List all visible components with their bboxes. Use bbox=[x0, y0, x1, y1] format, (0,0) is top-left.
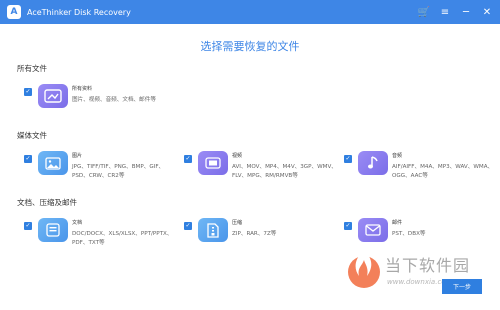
menu-icon[interactable]: ≡ bbox=[436, 3, 454, 21]
item-documents[interactable]: ✓ 文档 DOC/DOCX、XLS/XLSX、PPT/PPTX、PDF、TXT等 bbox=[24, 218, 174, 258]
item-name: 压缩 bbox=[232, 220, 243, 226]
app-title: AceThinker Disk Recovery bbox=[27, 7, 131, 17]
section-title-all: 所有文件 bbox=[17, 64, 47, 73]
item-desc: DOC/DOCX、XLS/XLSX、PPT/PPTX、PDF、TXT等 bbox=[72, 231, 173, 246]
close-button[interactable]: ✕ bbox=[478, 3, 496, 21]
checkbox[interactable]: ✓ bbox=[184, 155, 192, 163]
music-note-icon bbox=[358, 151, 388, 175]
video-icon bbox=[198, 151, 228, 175]
item-desc: AIF/AIFF、M4A、MP3、WAV、WMA、OGG、AAC等 bbox=[392, 164, 494, 179]
document-icon bbox=[38, 218, 68, 242]
section-title-media: 媒体文件 bbox=[17, 131, 47, 140]
cart-icon[interactable]: 🛒 bbox=[415, 3, 433, 21]
checkbox[interactable]: ✓ bbox=[24, 155, 32, 163]
item-desc: 图片、视频、音频、文档、邮件等 bbox=[72, 97, 156, 103]
item-video[interactable]: ✓ 视频 AVI、MOV、MP4、M4V、3GP、WMV、FLV、MPG、RM/… bbox=[184, 151, 344, 191]
item-archives[interactable]: ✓ 压缩 ZIP、RAR、7Z等 bbox=[184, 218, 344, 258]
checkbox[interactable]: ✓ bbox=[24, 222, 32, 230]
checkbox[interactable]: ✓ bbox=[344, 222, 352, 230]
item-name: 所有资料 bbox=[72, 86, 93, 92]
title-bar: A AceThinker Disk Recovery 🛒 ≡ ─ ✕ bbox=[0, 0, 500, 24]
item-name: 音频 bbox=[392, 153, 403, 159]
section-title-docs: 文档、压缩及邮件 bbox=[17, 198, 77, 207]
mail-icon bbox=[358, 218, 388, 242]
item-name: 视频 bbox=[232, 153, 243, 159]
archive-icon bbox=[198, 218, 228, 242]
item-desc: JPG、TIFF/TIF、PNG、BMP、GIF、PSD、CRW、CR2等 bbox=[72, 164, 165, 179]
checkbox[interactable]: ✓ bbox=[24, 88, 32, 96]
item-name: 文档 bbox=[72, 220, 83, 226]
item-audio[interactable]: ✓ 音频 AIF/AIFF、M4A、MP3、WAV、WMA、OGG、AAC等 bbox=[344, 151, 494, 191]
all-data-icon bbox=[38, 84, 68, 108]
app-logo-icon: A bbox=[7, 5, 21, 19]
checkbox[interactable]: ✓ bbox=[184, 222, 192, 230]
next-button[interactable]: 下一步 bbox=[442, 279, 482, 294]
window-controls: 🛒 ≡ ─ ✕ bbox=[412, 0, 496, 24]
item-images[interactable]: ✓ 图片 JPG、TIFF/TIF、PNG、BMP、GIF、PSD、CRW、CR… bbox=[24, 151, 174, 191]
item-name: 图片 bbox=[72, 153, 83, 159]
item-name: 邮件 bbox=[392, 220, 403, 226]
item-desc: AVI、MOV、MP4、M4V、3GP、WMV、FLV、MPG、RM/RMVB等 bbox=[232, 164, 337, 179]
page-title: 选择需要恢复的文件 bbox=[200, 40, 300, 53]
minimize-button[interactable]: ─ bbox=[457, 3, 475, 21]
item-all-data[interactable]: ✓ 所有资料 图片、视频、音频、文档、邮件等 bbox=[24, 84, 174, 124]
item-desc: PST、DBX等 bbox=[392, 231, 426, 237]
item-desc: ZIP、RAR、7Z等 bbox=[232, 231, 277, 237]
image-icon bbox=[38, 151, 68, 175]
watermark-text: 当下软件园 bbox=[385, 256, 471, 275]
watermark-logo-icon bbox=[348, 250, 380, 288]
checkbox[interactable]: ✓ bbox=[344, 155, 352, 163]
